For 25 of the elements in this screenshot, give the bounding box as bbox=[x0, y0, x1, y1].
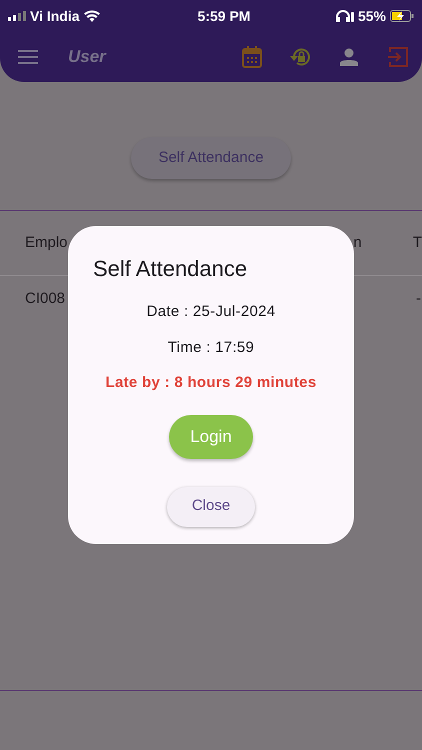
close-button[interactable]: Close bbox=[167, 486, 255, 526]
app-title: User bbox=[68, 46, 106, 68]
wifi-icon bbox=[84, 10, 100, 22]
carrier-name: Vi India bbox=[30, 6, 80, 26]
battery-percent: 55% bbox=[358, 6, 386, 26]
menu-icon[interactable] bbox=[18, 50, 38, 64]
self-attendance-button[interactable]: Self Attendance bbox=[131, 137, 291, 179]
column-header: T bbox=[412, 234, 422, 251]
clock-time: 5:59 PM bbox=[198, 6, 250, 26]
logout-icon[interactable] bbox=[388, 47, 408, 67]
login-button[interactable]: Login bbox=[169, 414, 253, 458]
late-message: Late by : 8 hours 29 minutes bbox=[104, 373, 318, 393]
time-text: Time : 17:59 bbox=[166, 338, 256, 358]
battery-icon bbox=[390, 10, 414, 22]
date-text: Date : 25-Jul-2024 bbox=[146, 302, 276, 322]
table-cell: - bbox=[416, 290, 421, 307]
calendar-icon[interactable] bbox=[242, 46, 262, 68]
dialog-title: Self Attendance bbox=[92, 255, 248, 283]
table-cell: CI008 bbox=[25, 290, 66, 307]
headphones-icon bbox=[336, 10, 354, 22]
signal-icon bbox=[8, 11, 26, 21]
column-header: Emplo bbox=[25, 234, 68, 251]
lock-reset-icon[interactable] bbox=[290, 46, 312, 68]
column-header: n bbox=[353, 234, 362, 251]
person-icon[interactable] bbox=[340, 48, 358, 66]
